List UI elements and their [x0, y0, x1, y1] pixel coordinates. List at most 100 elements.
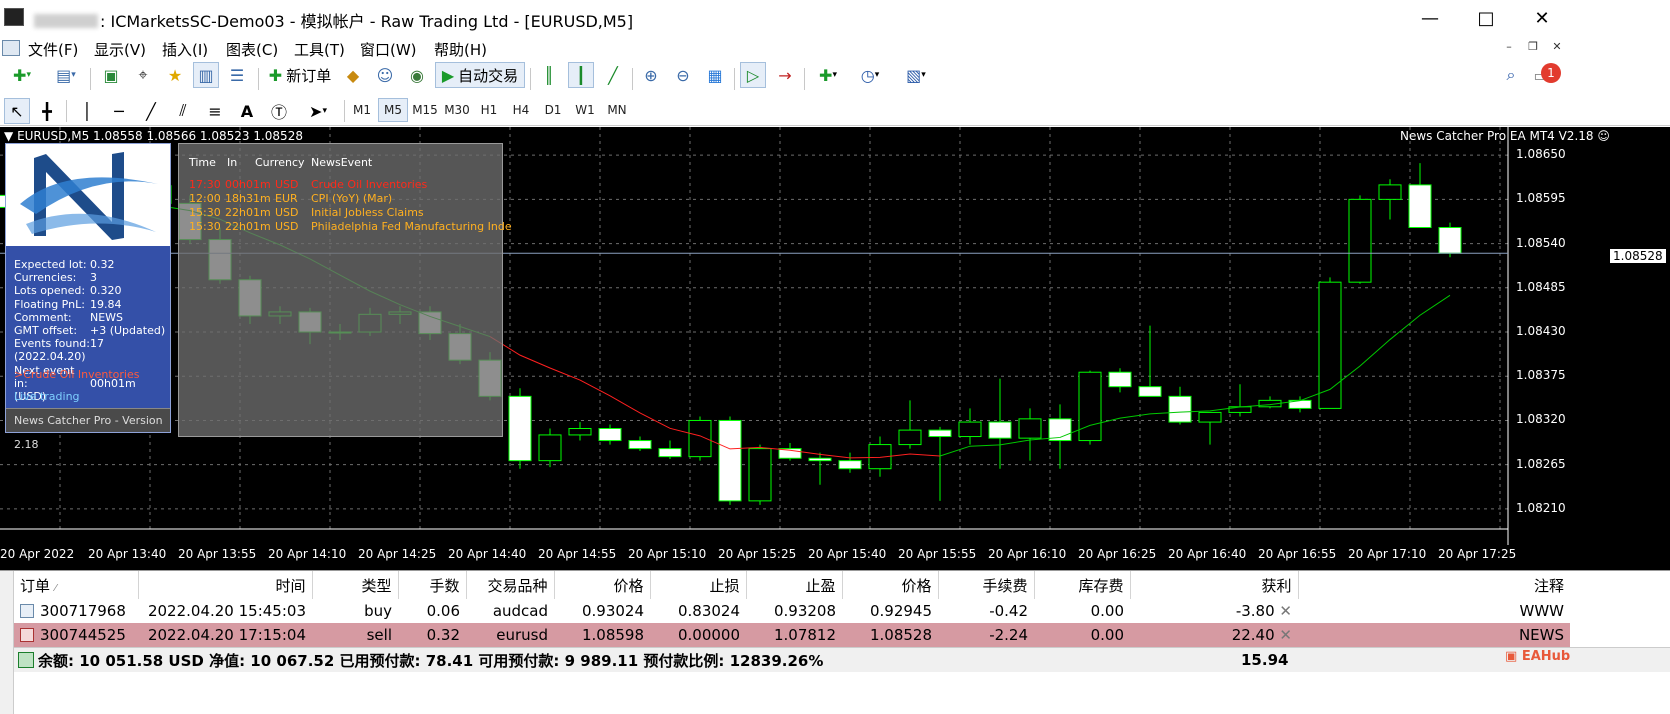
line-chart-button[interactable]: ╱	[600, 62, 626, 88]
close-order-icon[interactable]: ✕	[1279, 626, 1292, 644]
new-chart-button[interactable]: ✚ ▾	[4, 62, 40, 88]
mdi-close-icon[interactable]: ✕	[1548, 40, 1566, 56]
menu-window[interactable]: 窗口(W)	[360, 39, 417, 60]
horizontal-line-button[interactable]: ─	[106, 98, 132, 124]
candle-body	[928, 429, 952, 438]
chart-window-icon[interactable]	[2, 40, 20, 56]
templates-button[interactable]: ▧ ▾	[898, 62, 934, 88]
channel-icon: ⫽	[179, 101, 187, 120]
candle-body	[628, 440, 652, 450]
terminal-side-handle[interactable]	[0, 571, 14, 714]
col-time[interactable]: 时间	[138, 571, 313, 599]
col-symbol[interactable]: 交易品种	[466, 571, 555, 599]
order-sl[interactable]: 0.00000	[650, 623, 746, 647]
fibonacci-button[interactable]: ≡	[202, 98, 228, 124]
data-window-button[interactable]: ⌖	[130, 62, 156, 88]
order-row[interactable]: 300744525 2022.04.20 17:15:04 sell 0.32 …	[14, 623, 1570, 647]
maximize-button[interactable]: □	[1458, 0, 1514, 36]
terminal-button[interactable]: ▥	[193, 62, 219, 88]
market-watch-button[interactable]: ▣	[98, 62, 124, 88]
periods-button[interactable]: ◷ ▾	[852, 62, 888, 88]
candle-body	[1168, 395, 1192, 423]
indicators-button[interactable]: ✚ ▾	[810, 62, 846, 88]
strategy-tester-button[interactable]: ☰	[224, 62, 250, 88]
signals-button[interactable]: ☺	[372, 62, 398, 88]
profiles-button[interactable]: ▤ ▾	[48, 62, 84, 88]
candle-body	[1438, 227, 1462, 254]
ea-info-key: Expected lot:	[14, 258, 87, 271]
order-tp[interactable]: 1.07812	[746, 623, 842, 647]
text-tool-button[interactable]: A	[234, 98, 260, 124]
menu-charts[interactable]: 图表(C)	[226, 39, 278, 60]
cursor-tool-button[interactable]: ↖	[4, 98, 30, 124]
timeframe-m15[interactable]: M15	[410, 98, 440, 122]
order-comment: WWW	[1519, 602, 1565, 620]
crosshair-tool-button[interactable]: ╋	[34, 98, 60, 124]
col-tp[interactable]: 止盈	[746, 571, 843, 599]
ea-info-row: Events found:17 (2022.04.20)	[14, 337, 170, 363]
minimize-button[interactable]: —	[1402, 0, 1458, 36]
order-symbol: audcad	[492, 602, 548, 620]
mdi-restore-icon[interactable]: ❐	[1524, 40, 1542, 56]
col-ticket[interactable]: 订单 ⁄	[14, 571, 139, 599]
candle-body	[658, 448, 682, 458]
new-order-button[interactable]: ✚ 新订单	[264, 62, 336, 88]
col-sl[interactable]: 止损	[650, 571, 747, 599]
col-type[interactable]: 类型	[312, 571, 399, 599]
menu-tools[interactable]: 工具(T)	[294, 39, 345, 60]
order-tp[interactable]: 0.93208	[746, 599, 842, 623]
col-swap[interactable]: 库存费	[1034, 571, 1131, 599]
col-current-price[interactable]: 价格	[842, 571, 939, 599]
order-commission: -2.24	[938, 623, 1034, 647]
options-button[interactable]: ◉	[404, 62, 430, 88]
menu-insert[interactable]: 插入(I)	[162, 39, 208, 60]
mt4-app-icon	[4, 8, 24, 26]
timeframe-w1[interactable]: W1	[570, 98, 600, 122]
navigator-button[interactable]: ★	[162, 62, 188, 88]
zoom-out-button[interactable]: ⊖	[670, 62, 696, 88]
time-tick-label: 20 Apr 16:55	[1258, 547, 1337, 561]
order-ticket: 300717968	[14, 599, 138, 623]
zoom-in-button[interactable]: ⊕	[638, 62, 664, 88]
col-price[interactable]: 价格	[554, 571, 651, 599]
col-profit[interactable]: 获利	[1130, 571, 1299, 599]
mdi-minimize-icon[interactable]: –	[1500, 40, 1518, 56]
price-chart[interactable]: ▼ EURUSD,M5 1.08558 1.08566 1.08523 1.08…	[0, 127, 1670, 570]
timeframe-mn[interactable]: MN	[602, 98, 632, 122]
tile-windows-button[interactable]: ▦	[702, 62, 728, 88]
timeframe-m5[interactable]: M5	[378, 98, 408, 122]
col-commission[interactable]: 手续费	[938, 571, 1035, 599]
timeframe-m30[interactable]: M30	[442, 98, 472, 122]
vertical-line-button[interactable]: │	[74, 98, 100, 124]
auto-trading-button[interactable]: ▶ 自动交易	[435, 62, 525, 88]
timeframe-m1[interactable]: M1	[347, 98, 377, 122]
tester-icon: ☰	[229, 65, 245, 85]
col-comment[interactable]: 注释	[1298, 571, 1570, 599]
timeframe-d1[interactable]: D1	[538, 98, 568, 122]
order-row[interactable]: 300717968 2022.04.20 15:45:03 buy 0.06 a…	[14, 599, 1570, 623]
trendline-button[interactable]: ╱	[138, 98, 164, 124]
close-order-icon[interactable]: ✕	[1279, 602, 1292, 620]
equidistant-channel-button[interactable]: ⫽	[170, 98, 196, 124]
chart-shift-button[interactable]: →	[772, 62, 798, 88]
text-label-button[interactable]: Ⓣ	[266, 98, 292, 124]
candlestick-button[interactable]: ┃	[568, 62, 594, 88]
order-sl[interactable]: 0.83024	[650, 599, 746, 623]
auto-scroll-button[interactable]: ▷	[740, 62, 766, 88]
close-button[interactable]: ✕	[1514, 0, 1570, 36]
search-button[interactable]: ⌕	[1498, 62, 1524, 88]
bar-chart-button[interactable]: ║	[536, 62, 562, 88]
ea-info-key: GMT offset:	[14, 324, 78, 338]
timeframe-h4[interactable]: H4	[506, 98, 536, 122]
notification-badge[interactable]: 1	[1541, 63, 1561, 83]
menu-file[interactable]: 文件(F)	[28, 39, 78, 60]
chart-symbol-header: ▼ EURUSD,M5 1.08558 1.08566 1.08523 1.08…	[4, 129, 303, 143]
arrows-button[interactable]: ➤ ▾	[298, 98, 338, 124]
menu-help[interactable]: 帮助(H)	[434, 39, 487, 60]
menu-view[interactable]: 显示(V)	[94, 39, 146, 60]
col-lots[interactable]: 手数	[398, 571, 467, 599]
timeframe-h1[interactable]: H1	[474, 98, 504, 122]
metaeditor-button[interactable]: ◆	[340, 62, 366, 88]
horizontal-line-icon: ─	[114, 101, 124, 121]
title-bar: : ICMarketsSC-Demo03 - 模拟帐户 - Raw Tradin…	[0, 0, 1670, 36]
